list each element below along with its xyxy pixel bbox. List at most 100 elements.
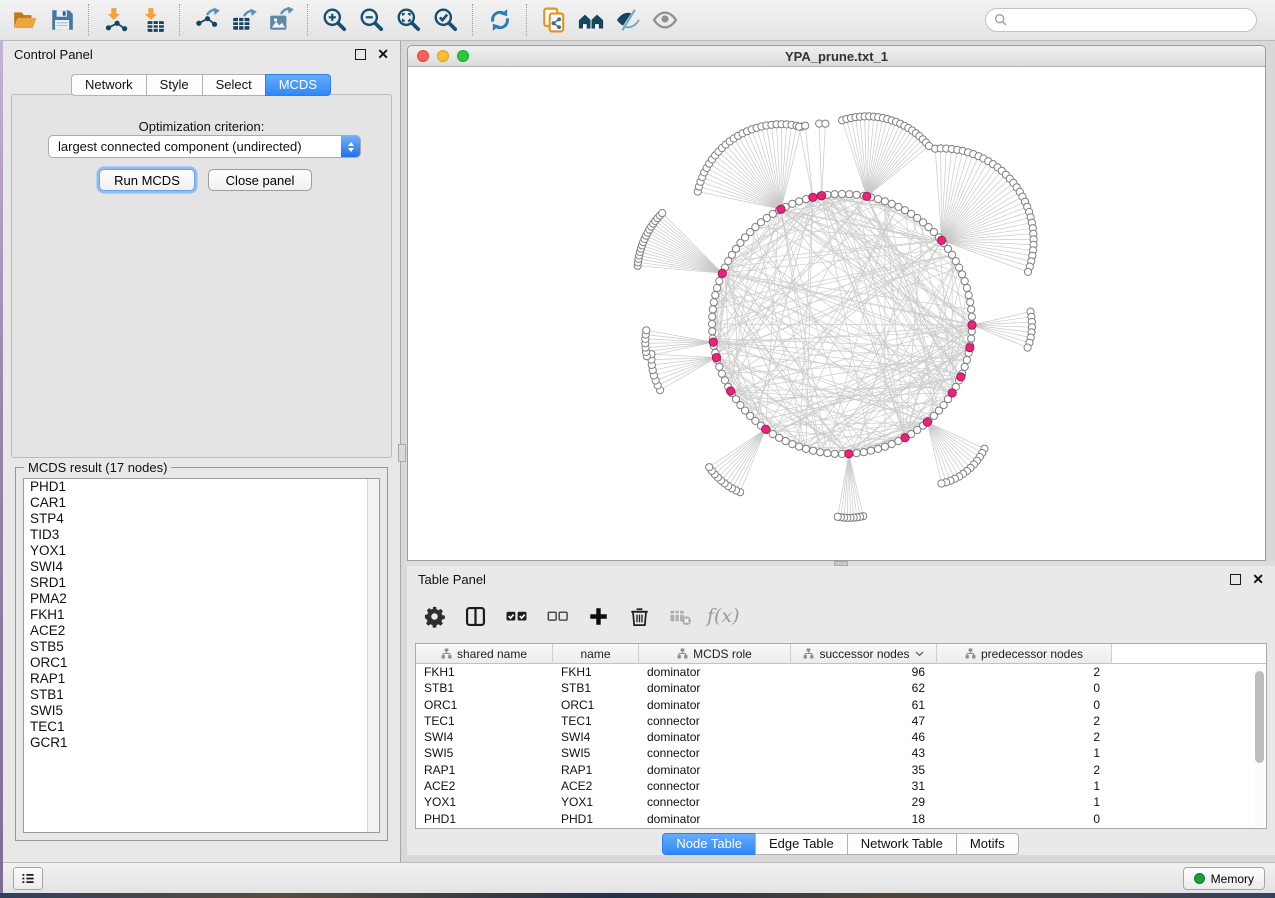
task-history-button[interactable] <box>13 867 43 890</box>
table-scrollbar[interactable] <box>1255 668 1264 826</box>
split-view-button[interactable] <box>458 599 492 633</box>
tab-select[interactable]: Select <box>202 74 266 96</box>
mcds-result-item[interactable]: SWI4 <box>24 559 379 575</box>
run-mcds-button[interactable]: Run MCDS <box>99 169 195 191</box>
control-panel-tabs: NetworkStyleSelectMCDS <box>3 74 400 96</box>
criterion-dropdown[interactable]: largest connected component (undirected) <box>48 135 361 158</box>
network-window-titlebar[interactable]: YPA_prune.txt_1 <box>408 46 1265 67</box>
mcds-result-item[interactable]: GCR1 <box>24 735 379 751</box>
export-image-button[interactable] <box>264 4 297 37</box>
open-session-button[interactable] <box>8 4 41 37</box>
export-table-icon <box>231 7 257 33</box>
add-column-button[interactable] <box>581 599 615 633</box>
select-all-icon <box>505 605 528 628</box>
vertical-splitter-handle[interactable] <box>398 444 406 462</box>
mcds-result-item[interactable]: CAR1 <box>24 495 379 511</box>
mcds-result-item[interactable]: FKH1 <box>24 607 379 623</box>
table-row[interactable]: PHD1PHD1dominator180 <box>416 811 1266 827</box>
tab-node-table[interactable]: Node Table <box>662 833 756 855</box>
show-details-button[interactable] <box>648 4 681 37</box>
search-input[interactable] <box>1013 12 1248 28</box>
float-panel-icon[interactable] <box>355 49 366 60</box>
share-document-button[interactable] <box>537 4 570 37</box>
import-table-button[interactable] <box>136 4 169 37</box>
table-cell: 18 <box>791 811 937 827</box>
window-close-button[interactable] <box>417 50 429 62</box>
deselect-all-button[interactable] <box>540 599 574 633</box>
mcds-result-item[interactable]: SRD1 <box>24 575 379 591</box>
mcds-result-item[interactable]: STP4 <box>24 511 379 527</box>
delete-column-button[interactable] <box>622 599 656 633</box>
refresh-button[interactable] <box>483 4 516 37</box>
table-row[interactable]: RAP1RAP1dominator352 <box>416 762 1266 778</box>
mcds-result-item[interactable]: SWI5 <box>24 703 379 719</box>
mcds-result-item[interactable]: ORC1 <box>24 655 379 671</box>
save-session-button[interactable] <box>45 4 78 37</box>
zoom-fit-button[interactable] <box>392 4 425 37</box>
table-cell-filler <box>1112 680 1266 696</box>
table-cell: 1 <box>937 778 1112 794</box>
mcds-result-item[interactable]: TEC1 <box>24 719 379 735</box>
close-panel-icon[interactable]: ✕ <box>377 47 389 61</box>
table-row[interactable]: ORC1ORC1dominator610 <box>416 697 1266 713</box>
zoom-in-button[interactable] <box>318 4 351 37</box>
table-cell: 2 <box>937 762 1112 778</box>
table-cell: connector <box>639 794 791 810</box>
table-row[interactable]: FKH1FKH1dominator962 <box>416 664 1266 680</box>
mcds-result-item[interactable]: PMA2 <box>24 591 379 607</box>
table-cell: connector <box>639 713 791 729</box>
float-table-panel-icon[interactable] <box>1230 574 1241 585</box>
houses-icon <box>578 7 604 33</box>
export-table-button[interactable] <box>227 4 260 37</box>
memory-button[interactable]: Memory <box>1183 867 1265 890</box>
tab-motifs[interactable]: Motifs <box>956 833 1019 855</box>
window-minimize-button[interactable] <box>437 50 449 62</box>
mcds-result-item[interactable]: PHD1 <box>24 479 379 495</box>
mcds-result-item[interactable]: ACE2 <box>24 623 379 639</box>
mcds-result-item[interactable]: STB1 <box>24 687 379 703</box>
select-all-button[interactable] <box>499 599 533 633</box>
zoom-selected-button[interactable] <box>429 4 462 37</box>
table-cell: 0 <box>937 811 1112 827</box>
close-table-panel-icon[interactable]: ✕ <box>1252 572 1264 586</box>
export-network-button[interactable] <box>190 4 223 37</box>
mcds-result-item[interactable]: RAP1 <box>24 671 379 687</box>
import-network-button[interactable] <box>99 4 132 37</box>
houses-button[interactable] <box>574 4 607 37</box>
column-header-successor-nodes[interactable]: successor nodes <box>791 644 937 664</box>
table-cell-filler <box>1112 762 1266 778</box>
table-row[interactable]: YOX1YOX1connector291 <box>416 794 1266 810</box>
table-row[interactable]: SWI4SWI4dominator462 <box>416 729 1266 745</box>
mcds-list-scrollbar[interactable] <box>367 479 379 832</box>
mcds-result-item[interactable]: TID3 <box>24 527 379 543</box>
table-scrollbar-thumb[interactable] <box>1255 671 1264 763</box>
hide-details-button[interactable] <box>611 4 644 37</box>
network-graph-canvas[interactable] <box>408 67 1265 561</box>
column-header-name[interactable]: name <box>553 644 639 664</box>
toolbar-separator <box>88 4 89 36</box>
tab-style[interactable]: Style <box>146 74 203 96</box>
table-settings-button[interactable] <box>417 599 451 633</box>
column-header-shared-name[interactable]: shared name <box>416 644 553 664</box>
table-row[interactable]: STB1STB1dominator620 <box>416 680 1266 696</box>
tab-edge-table[interactable]: Edge Table <box>755 833 848 855</box>
column-header-predecessor-nodes[interactable]: predecessor nodes <box>937 644 1112 664</box>
refresh-icon <box>487 7 513 33</box>
search-field[interactable] <box>985 8 1257 32</box>
mcds-result-item[interactable]: YOX1 <box>24 543 379 559</box>
memory-label: Memory <box>1211 872 1254 886</box>
column-header-MCDS-role[interactable]: MCDS role <box>639 644 791 664</box>
tab-network-table[interactable]: Network Table <box>847 833 957 855</box>
table-cell: SWI4 <box>416 729 553 745</box>
window-zoom-button[interactable] <box>457 50 469 62</box>
tab-mcds[interactable]: MCDS <box>265 74 331 96</box>
mcds-result-item[interactable]: STB5 <box>24 639 379 655</box>
tab-network[interactable]: Network <box>71 74 147 96</box>
table-row[interactable]: ACE2ACE2connector311 <box>416 778 1266 794</box>
mcds-result-list[interactable]: PHD1CAR1STP4TID3YOX1SWI4SRD1PMA2FKH1ACE2… <box>23 478 380 833</box>
zoom-out-button[interactable] <box>355 4 388 37</box>
share-document-icon <box>541 7 567 33</box>
table-row[interactable]: TEC1TEC1connector472 <box>416 713 1266 729</box>
table-row[interactable]: SWI5SWI5connector431 <box>416 745 1266 761</box>
close-panel-button[interactable]: Close panel <box>208 169 312 191</box>
